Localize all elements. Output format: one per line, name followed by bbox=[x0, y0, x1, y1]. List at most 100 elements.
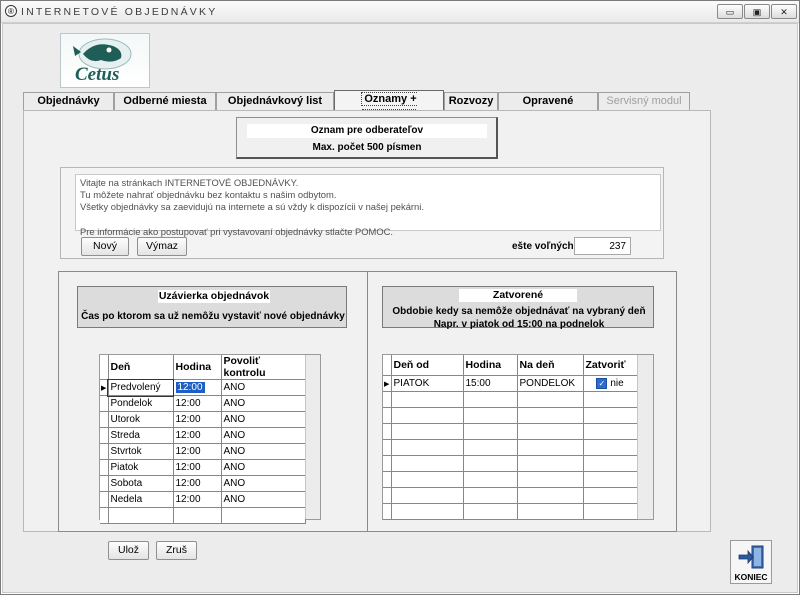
cell-empty[interactable] bbox=[221, 507, 306, 524]
vertical-scrollbar[interactable] bbox=[637, 355, 653, 519]
restore-button[interactable]: ▣ bbox=[744, 4, 770, 19]
cell-empty[interactable] bbox=[517, 423, 584, 440]
cell-empty[interactable] bbox=[517, 439, 584, 456]
cell-empty[interactable] bbox=[583, 391, 638, 408]
cell-empty[interactable] bbox=[391, 391, 464, 408]
minimize-button[interactable]: ▭ bbox=[717, 4, 743, 19]
table-row-empty[interactable] bbox=[383, 487, 638, 504]
cell-empty[interactable] bbox=[463, 487, 518, 504]
tab-objednavkovy-list[interactable]: Objednávkový list bbox=[216, 92, 334, 110]
cell-empty[interactable] bbox=[583, 423, 638, 440]
table-row-empty[interactable] bbox=[383, 439, 638, 456]
cell-control[interactable]: ANO bbox=[221, 411, 306, 428]
cell-empty[interactable] bbox=[391, 407, 464, 424]
selected-hour[interactable]: 12:00 bbox=[175, 382, 205, 393]
table-row[interactable]: Nedela 12:00 ANO bbox=[100, 491, 306, 508]
title-bar[interactable]: ® INTERNETOVÉ OBJEDNÁVKY ▭ ▣ ✕ bbox=[1, 1, 799, 23]
tab-objednavky[interactable]: Objednávky bbox=[23, 92, 114, 110]
cell-hour[interactable]: 12:00 bbox=[173, 475, 222, 492]
cell-empty[interactable] bbox=[391, 471, 464, 488]
tab-oznamy-uzavierky[interactable]: Oznamy + Uzavierky bbox=[334, 90, 444, 123]
tab-rozvozy[interactable]: Rozvozy bbox=[444, 92, 498, 110]
cell-day[interactable]: Piatok bbox=[108, 459, 174, 476]
table-row-empty[interactable] bbox=[383, 391, 638, 408]
cancel-button[interactable]: Zruš bbox=[156, 541, 197, 560]
cell-day[interactable]: Nedela bbox=[108, 491, 174, 508]
cell-day[interactable]: Streda bbox=[108, 427, 174, 444]
cell-empty[interactable] bbox=[391, 439, 464, 456]
tab-odberne-miesta[interactable]: Odberné miesta bbox=[114, 92, 216, 110]
cell-hour[interactable]: 12:00 bbox=[173, 379, 222, 396]
closing-grid[interactable]: Deň Hodina Povoliť kontrolu ▶ Predvolený… bbox=[99, 354, 321, 524]
column-header[interactable]: Povoliť kontrolu bbox=[221, 355, 306, 380]
cell-control[interactable]: ANO bbox=[221, 475, 306, 492]
check-icon[interactable]: ✓ bbox=[596, 377, 608, 389]
column-header[interactable]: Zatvoriť bbox=[583, 355, 638, 376]
table-row-empty[interactable] bbox=[383, 423, 638, 440]
cell-control[interactable]: ANO bbox=[221, 491, 306, 508]
column-header[interactable]: Deň od bbox=[391, 355, 464, 376]
cell-day[interactable]: Predvolený bbox=[107, 378, 174, 397]
cell-day[interactable]: Stvrtok bbox=[108, 443, 174, 460]
cell-empty[interactable] bbox=[583, 487, 638, 504]
cell-hour[interactable]: 12:00 bbox=[173, 459, 222, 476]
cell-empty[interactable] bbox=[583, 439, 638, 456]
closed-grid[interactable]: Deň od Hodina Na deň Zatvoriť ▶ PIATOK 1… bbox=[382, 354, 654, 520]
table-row[interactable]: Sobota 12:00 ANO bbox=[100, 475, 306, 492]
delete-button[interactable]: Výmaz bbox=[137, 237, 187, 256]
vertical-scrollbar[interactable] bbox=[305, 355, 320, 519]
cell-empty[interactable] bbox=[463, 503, 518, 520]
cell-day-from[interactable]: PIATOK bbox=[391, 375, 464, 392]
save-button[interactable]: Ulož bbox=[108, 541, 149, 560]
cell-empty[interactable] bbox=[463, 471, 518, 488]
cell-empty[interactable] bbox=[517, 487, 584, 504]
cell-day[interactable]: Pondelok bbox=[108, 395, 174, 412]
close-button[interactable]: ✕ bbox=[771, 4, 797, 19]
cell-control[interactable]: ANO bbox=[221, 443, 306, 460]
cell-control[interactable]: ANO bbox=[221, 379, 306, 396]
column-header[interactable]: Hodina bbox=[173, 355, 222, 380]
table-row[interactable]: ▶ Predvolený 12:00 ANO bbox=[100, 378, 306, 397]
cell-empty[interactable] bbox=[583, 407, 638, 424]
cell-empty[interactable] bbox=[463, 423, 518, 440]
cell-empty[interactable] bbox=[391, 487, 464, 504]
table-row-empty[interactable] bbox=[383, 455, 638, 472]
cell-empty[interactable] bbox=[517, 455, 584, 472]
cell-hour[interactable]: 12:00 bbox=[173, 427, 222, 444]
cell-empty[interactable] bbox=[108, 507, 174, 524]
table-row[interactable]: Streda 12:00 ANO bbox=[100, 427, 306, 444]
cell-hour[interactable]: 12:00 bbox=[173, 443, 222, 460]
cell-empty[interactable] bbox=[463, 407, 518, 424]
exit-button[interactable]: KONIEC bbox=[730, 540, 772, 584]
cell-empty[interactable] bbox=[463, 455, 518, 472]
cell-empty[interactable] bbox=[517, 471, 584, 488]
column-header[interactable]: Na deň bbox=[517, 355, 584, 376]
new-button[interactable]: Nový bbox=[81, 237, 129, 256]
table-row-empty[interactable] bbox=[100, 507, 306, 524]
table-row[interactable]: Pondelok 12:00 ANO bbox=[100, 395, 306, 412]
cell-day[interactable]: Sobota bbox=[108, 475, 174, 492]
cell-empty[interactable] bbox=[517, 503, 584, 520]
tab-opravene-tyzdenne[interactable]: Opravené týždenné bbox=[498, 92, 598, 124]
cell-hour[interactable]: 12:00 bbox=[173, 491, 222, 508]
cell-hour[interactable]: 15:00 bbox=[463, 375, 518, 392]
cell-empty[interactable] bbox=[463, 439, 518, 456]
cell-empty[interactable] bbox=[391, 423, 464, 440]
table-row-empty[interactable] bbox=[383, 407, 638, 424]
cell-empty[interactable] bbox=[391, 455, 464, 472]
cell-hour[interactable]: 12:00 bbox=[173, 395, 222, 412]
table-row-empty[interactable] bbox=[383, 503, 638, 520]
cell-empty[interactable] bbox=[583, 471, 638, 488]
cell-empty[interactable] bbox=[391, 503, 464, 520]
cell-day[interactable]: Utorok bbox=[108, 411, 174, 428]
cell-empty[interactable] bbox=[517, 391, 584, 408]
table-row[interactable]: Stvrtok 12:00 ANO bbox=[100, 443, 306, 460]
cell-to-day[interactable]: PONDELOK bbox=[517, 375, 584, 392]
table-row-empty[interactable] bbox=[383, 471, 638, 488]
cell-control[interactable]: ANO bbox=[221, 459, 306, 476]
message-textarea[interactable]: Vitajte na stránkach INTERNETOVÉ OBJEDNÁ… bbox=[75, 174, 661, 237]
table-row[interactable]: Utorok 12:00 ANO bbox=[100, 411, 306, 428]
cell-empty[interactable] bbox=[583, 503, 638, 520]
cell-close[interactable]: ✓ nie bbox=[583, 375, 638, 392]
cell-hour[interactable]: 12:00 bbox=[173, 411, 222, 428]
